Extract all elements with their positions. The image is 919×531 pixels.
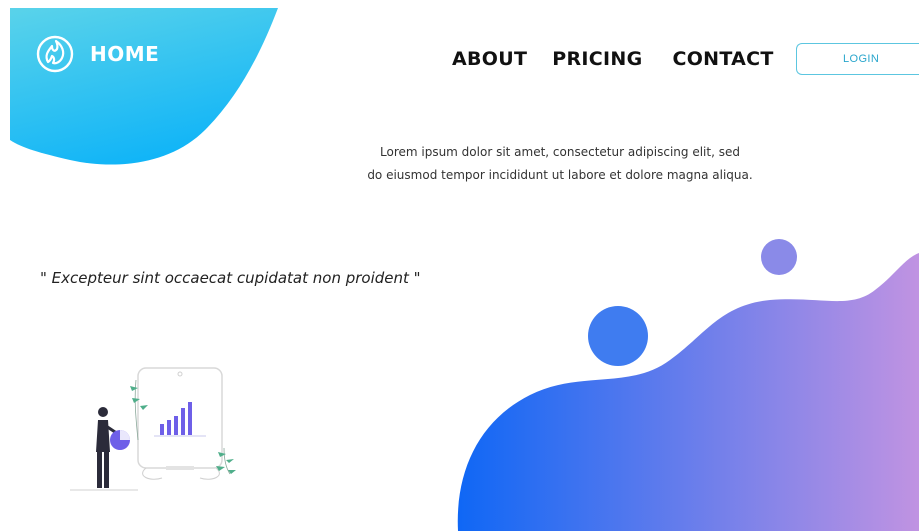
main-nav: ABOUT PRICING CONTACT — [452, 48, 774, 70]
presentation-chart-illustration — [70, 367, 236, 491]
nav-link-contact[interactable]: CONTACT — [672, 48, 773, 70]
intro-line-1: Lorem ipsum dolor sit amet, consectetur … — [380, 145, 740, 159]
flame-logo-icon — [36, 35, 74, 73]
intro-text: Lorem ipsum dolor sit amet, consectetur … — [300, 141, 820, 187]
decor-circle-small — [761, 239, 797, 275]
nav-link-about[interactable]: ABOUT — [452, 48, 527, 70]
brand-label: HOME — [90, 42, 160, 66]
intro-line-2: do eiusmod tempor incididunt ut labore e… — [367, 168, 753, 182]
nav-link-pricing[interactable]: PRICING — [552, 48, 642, 70]
decor-circle-large — [588, 306, 648, 366]
login-button[interactable]: LOGIN — [796, 43, 919, 75]
landing-page: HOME ABOUT PRICING CONTACT LOGIN Lorem i… — [0, 0, 919, 531]
brand-home-link[interactable]: HOME — [34, 33, 159, 75]
quote-text: " Excepteur sint occaecat cupidatat non … — [40, 269, 421, 287]
